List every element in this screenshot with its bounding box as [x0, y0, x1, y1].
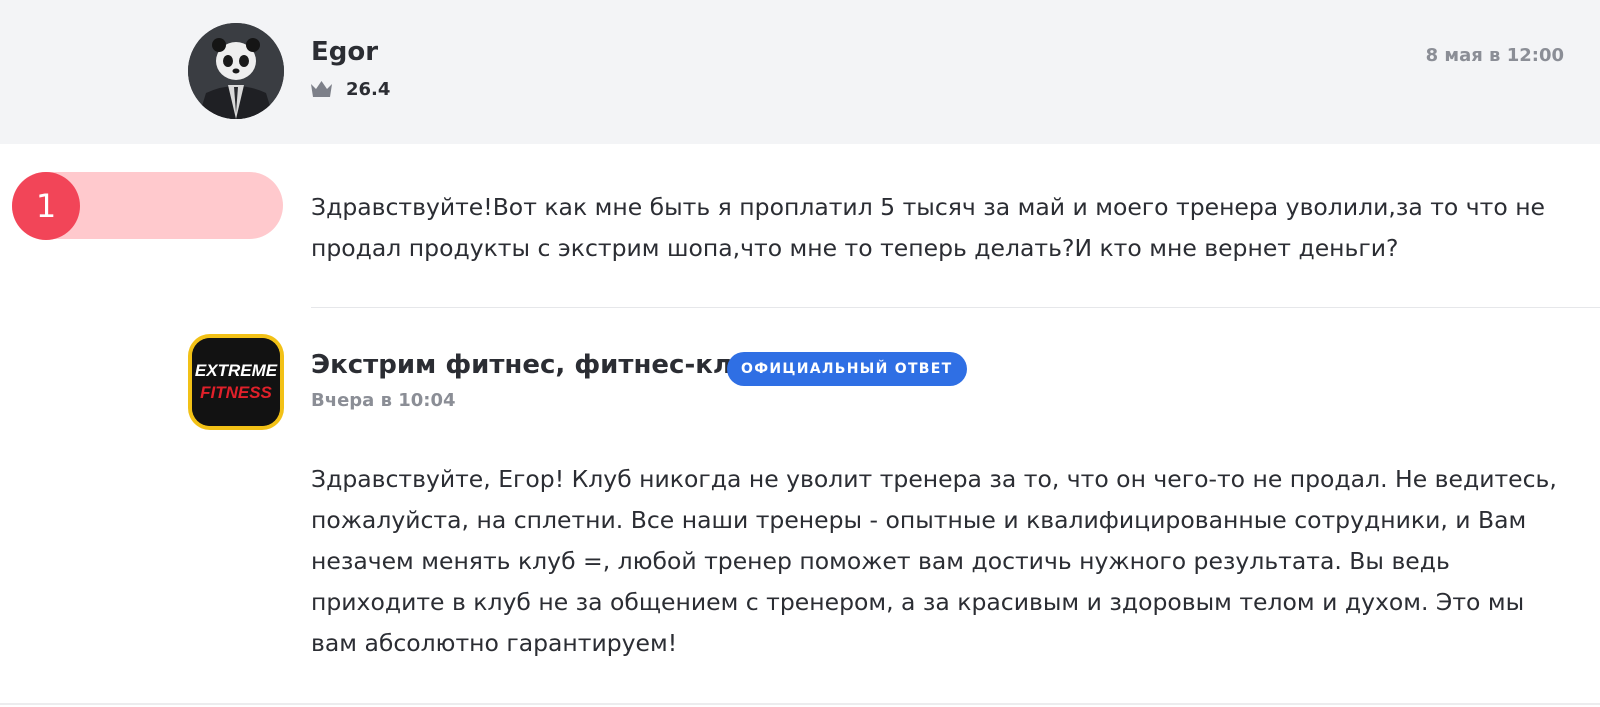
- panda-avatar-icon: [188, 23, 284, 119]
- annotation-number-badge: 1: [12, 172, 80, 240]
- author-name[interactable]: Egor: [311, 37, 378, 67]
- review-header: Egor 26.4 8 мая в 12:00: [0, 0, 1600, 144]
- answer-text: Здравствуйте, Егор! Клуб никогда не увол…: [311, 465, 1557, 657]
- logo-text-top: EXTREME: [195, 361, 278, 380]
- company-name[interactable]: Экстрим фитнес, фитнес-клуб: [311, 350, 767, 380]
- company-logo-image: EXTREME FITNESS: [192, 338, 280, 426]
- company-logo[interactable]: EXTREME FITNESS: [188, 334, 284, 430]
- user-avatar[interactable]: [188, 23, 284, 119]
- official-answer-badge: ОФИЦИАЛЬНЫЙ ОТВЕТ: [727, 352, 967, 386]
- logo-text-bottom: FITNESS: [200, 383, 272, 402]
- review-date: 8 мая в 12:00: [1425, 45, 1564, 66]
- answer-date: Вчера в 10:04: [311, 390, 456, 411]
- divider: [311, 307, 1600, 308]
- bottom-divider: [0, 703, 1600, 705]
- rating-value: 26.4: [346, 78, 391, 100]
- author-rating: 26.4: [311, 77, 390, 101]
- review-text: Здравствуйте!Вот как мне быть я проплати…: [311, 193, 1546, 262]
- crown-icon: [311, 81, 332, 97]
